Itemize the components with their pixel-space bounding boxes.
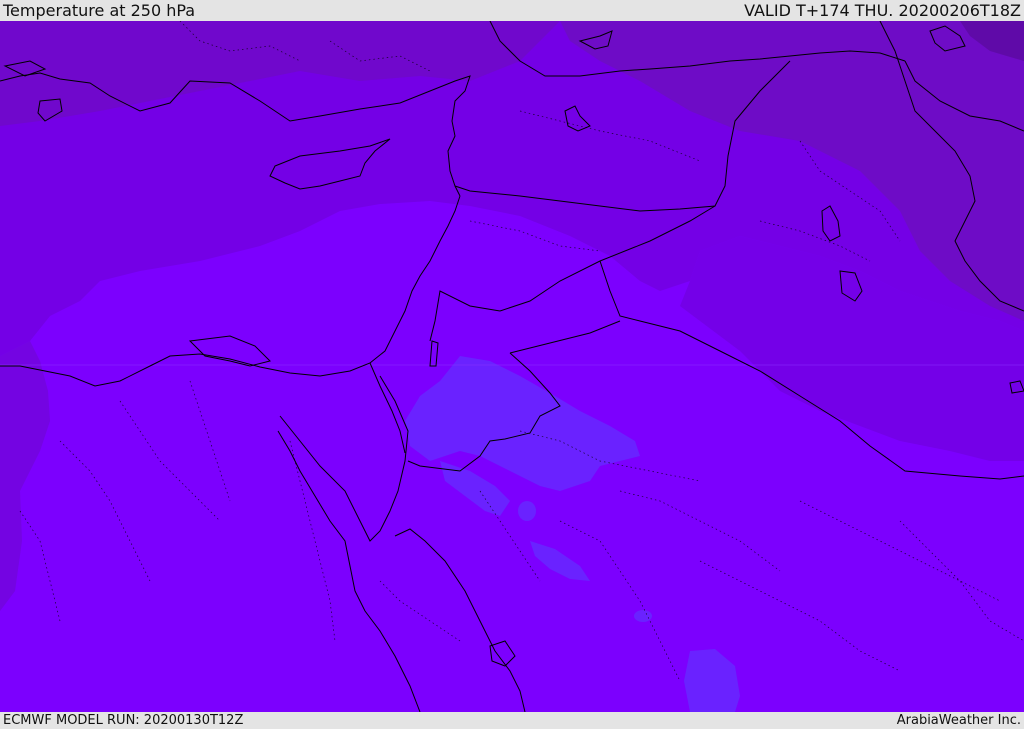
weather-map xyxy=(0,21,1024,712)
model-run: ECMWF MODEL RUN: 20200130T12Z xyxy=(3,713,244,728)
temperature-pocket-small-2 xyxy=(518,501,536,521)
credit: ArabiaWeather Inc. xyxy=(896,713,1021,728)
temperature-pocket-small xyxy=(634,610,652,622)
footer-bar: ECMWF MODEL RUN: 20200130T12Z ArabiaWeat… xyxy=(0,712,1024,729)
valid-time: VALID T+174 THU. 20200206T18Z xyxy=(744,1,1021,20)
map-title: Temperature at 250 hPa xyxy=(3,1,196,20)
header-bar: Temperature at 250 hPa VALID T+174 THU. … xyxy=(0,0,1024,21)
map-canvas xyxy=(0,21,1024,712)
